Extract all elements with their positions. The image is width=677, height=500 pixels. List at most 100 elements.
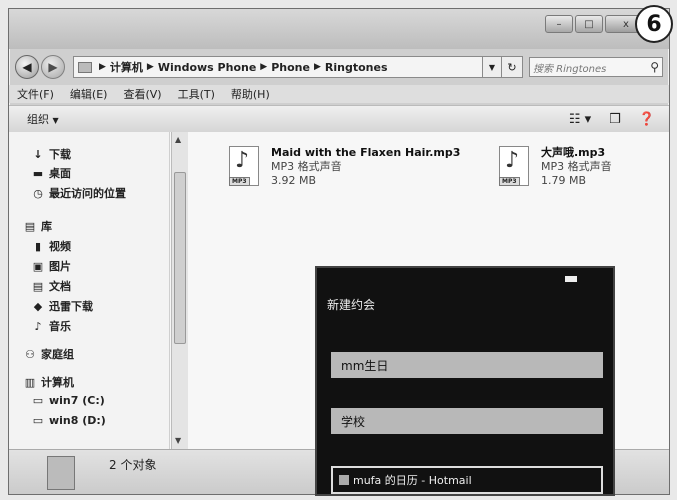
xunlei-icon: ◆	[33, 299, 43, 313]
phone-page-title: 新建约会	[327, 298, 376, 312]
sidebar-item-drive-d[interactable]: ▭ win8 (D:)	[31, 414, 106, 427]
sidebar-item-label: 下载	[49, 148, 71, 161]
calendar-label: mufa 的日历 - Hotmail	[353, 474, 472, 487]
breadcrumb-ringtones[interactable]: Ringtones	[325, 61, 388, 74]
chevron-down-icon: ▼	[52, 116, 59, 125]
chevron-right-icon: ▶	[99, 62, 106, 72]
sidebar-item-label: 计算机	[41, 376, 74, 389]
file-item[interactable]: ♪ MP3 大声哦.mp3 MP3 格式声音 1.79 MB	[497, 146, 612, 188]
calendar-select[interactable]: mufa 的日历 - Hotmail	[331, 466, 603, 494]
search-input[interactable]: 搜索 Ringtones ⚲	[529, 57, 663, 77]
sidebar-item-downloads[interactable]: ↓ 下载	[31, 146, 71, 162]
sidebar-scrollbar[interactable]: ▲ ▼	[171, 132, 188, 449]
sidebar-item-xunlei[interactable]: ◆ 迅雷下载	[31, 298, 93, 314]
menu-tools[interactable]: 工具(T)	[178, 86, 215, 102]
appointment-location-field[interactable]: 学校	[331, 408, 603, 434]
sidebar-item-label: 最近访问的位置	[49, 187, 126, 200]
scroll-thumb[interactable]	[174, 172, 186, 344]
library-icon: ▤	[24, 219, 36, 233]
view-options-icon[interactable]: ☷ ▾	[569, 112, 591, 127]
address-dropdown-button[interactable]: ▼	[483, 56, 502, 78]
item-count: 2 个对象	[109, 458, 157, 472]
sidebar-item-computer[interactable]: ▥ 计算机	[23, 374, 74, 390]
maximize-button[interactable]: □	[575, 15, 603, 33]
music-icon: ♪	[34, 319, 42, 333]
appointment-subject-field[interactable]: mm生日	[331, 352, 603, 378]
sidebar-item-libraries[interactable]: ▤ 库	[23, 218, 52, 234]
chevron-right-icon: ▶	[260, 62, 268, 72]
search-placeholder: 搜索 Ringtones	[533, 63, 607, 75]
recent-places-icon: ◷	[33, 186, 43, 200]
video-icon: ▮	[34, 239, 42, 253]
file-type: MP3 格式声音	[541, 160, 612, 173]
title-bar: – □ x	[9, 9, 669, 49]
sidebar-item-label: 桌面	[49, 167, 71, 180]
sidebar-item-pictures[interactable]: ▣ 图片	[31, 258, 71, 274]
file-type: MP3 格式声音	[271, 160, 342, 173]
sidebar-item-label: win7 (C:)	[49, 394, 105, 407]
computer-icon: ▥	[24, 375, 36, 389]
file-size: 3.92 MB	[271, 174, 317, 187]
breadcrumb-computer[interactable]: 计算机	[110, 59, 143, 75]
file-size: 1.79 MB	[541, 174, 587, 187]
navigation-row: ◀ ▶ ▶ 计算机 ▶ Windows Phone ▶ Phone ▶ Ring…	[15, 54, 663, 80]
drive-icon: ▭	[32, 394, 44, 407]
scroll-down-icon[interactable]: ▼	[175, 436, 181, 445]
minimize-button[interactable]: –	[545, 15, 573, 33]
file-name: 大声哦.mp3	[541, 146, 606, 159]
sidebar-item-recent[interactable]: ◷ 最近访问的位置	[31, 185, 126, 201]
sidebar-item-label: 库	[41, 220, 52, 233]
sidebar-item-label: 音乐	[49, 320, 71, 333]
sidebar-item-videos[interactable]: ▮ 视频	[31, 238, 71, 254]
documents-icon: ▤	[32, 279, 44, 293]
help-icon[interactable]: ❓	[639, 112, 655, 127]
window-controls: – □ x	[545, 15, 647, 33]
sidebar-item-music[interactable]: ♪ 音乐	[31, 318, 71, 334]
sidebar-item-label: 图片	[49, 260, 71, 273]
refresh-icon: ↻	[507, 60, 517, 74]
sidebar-item-documents[interactable]: ▤ 文档	[31, 278, 71, 294]
step-callout: 6	[635, 5, 673, 43]
sidebar-item-label: 文档	[49, 280, 71, 293]
breadcrumb-phone[interactable]: Phone	[271, 61, 310, 74]
menu-view[interactable]: 查看(V)	[123, 86, 161, 102]
menu-edit[interactable]: 编辑(E)	[70, 86, 108, 102]
calendar-color-icon	[339, 475, 349, 485]
address-bar[interactable]: ▶ 计算机 ▶ Windows Phone ▶ Phone ▶ Ringtone…	[73, 56, 483, 78]
folder-icon	[78, 61, 92, 73]
sidebar-item-label: win8 (D:)	[49, 414, 106, 427]
toolbar-right: ☷ ▾ ❒ ❓	[569, 112, 655, 127]
forward-button[interactable]: ▶	[41, 55, 65, 79]
sidebar-item-drive-c[interactable]: ▭ win7 (C:)	[31, 394, 105, 407]
back-button[interactable]: ◀	[15, 55, 39, 79]
chevron-right-icon: ▶	[146, 62, 154, 72]
homegroup-icon: ⚇	[25, 347, 35, 361]
file-item[interactable]: ♪ MP3 Maid with the Flaxen Hair.mp3 MP3 格…	[227, 146, 460, 188]
battery-icon	[565, 276, 577, 282]
phone-screen: 新建约会 mm生日 学校 mufa 的日历 - Hotmail	[315, 266, 615, 496]
search-icon[interactable]: ⚲	[650, 60, 659, 74]
preview-pane-icon[interactable]: ❒	[609, 112, 621, 127]
organize-button[interactable]: 组织 ▼	[27, 111, 59, 127]
scroll-up-icon[interactable]: ▲	[175, 135, 181, 144]
arrow-right-icon: ▶	[48, 60, 58, 74]
sidebar-item-homegroup[interactable]: ⚇ 家庭组	[23, 346, 74, 362]
organize-label: 组织	[27, 113, 49, 126]
menu-file[interactable]: 文件(F)	[17, 86, 54, 102]
pictures-icon: ▣	[32, 259, 44, 273]
menu-help[interactable]: 帮助(H)	[231, 86, 270, 102]
mp3-file-icon: ♪ MP3	[497, 146, 529, 188]
sidebar-item-label: 视频	[49, 240, 71, 253]
chevron-down-icon: ▼	[488, 62, 496, 72]
navigation-pane: ↓ 下载 ▬ 桌面 ◷ 最近访问的位置 ▤ 库 ▮ 视频 ▣ 图片 ▤ 文档 ◆ 迅雷下载 ♪ 音…	[9, 132, 170, 449]
sidebar-item-label: 家庭组	[41, 348, 74, 361]
sidebar-item-desktop[interactable]: ▬ 桌面	[31, 165, 71, 181]
file-name: Maid with the Flaxen Hair.mp3	[271, 146, 461, 159]
refresh-button[interactable]: ↻	[502, 56, 523, 78]
arrow-left-icon: ◀	[22, 60, 32, 74]
mp3-file-icon: ♪ MP3	[227, 146, 259, 188]
breadcrumb-windows-phone[interactable]: Windows Phone	[158, 61, 256, 74]
phone-status-bar	[565, 274, 583, 285]
folder-icon	[47, 456, 75, 490]
drive-icon: ▭	[32, 414, 44, 427]
